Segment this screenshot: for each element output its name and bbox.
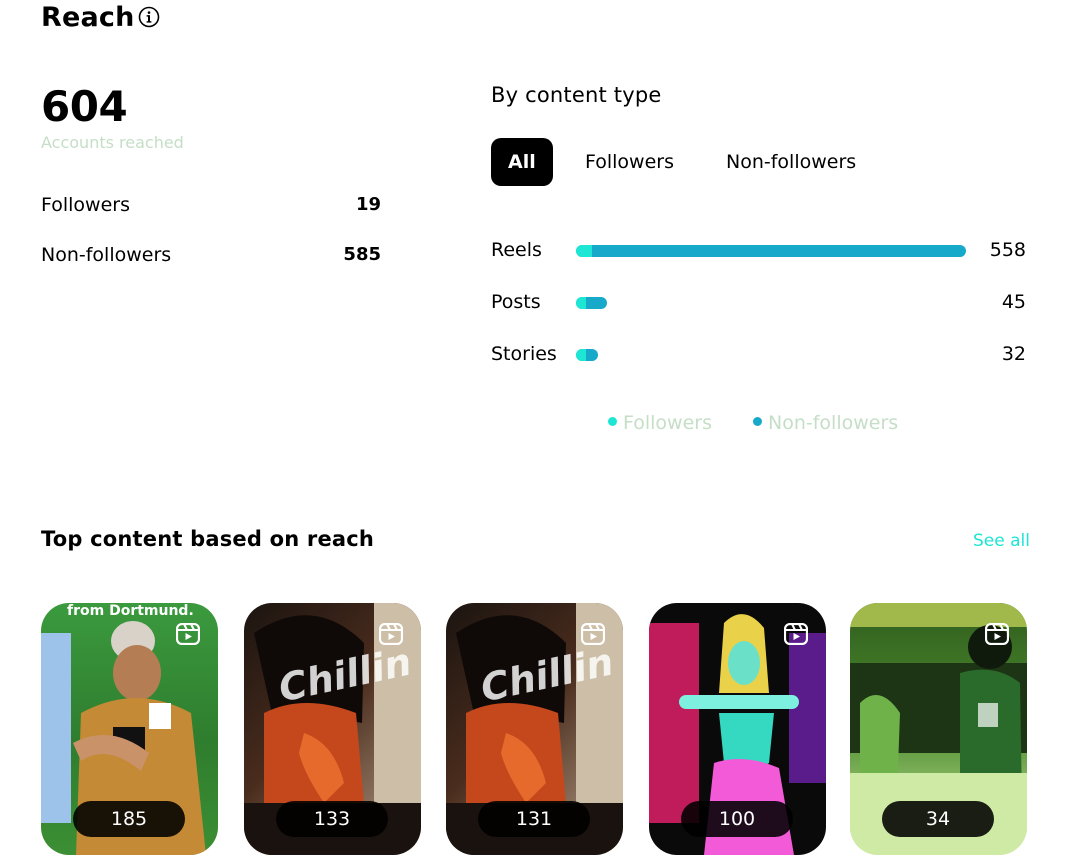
reach-bar	[576, 349, 966, 361]
by-content-type-heading: By content type	[491, 83, 662, 107]
audience-label: Followers	[41, 194, 130, 216]
top-content-card[interactable]: 34	[850, 603, 1027, 855]
top-content-card[interactable]: 100	[649, 603, 826, 855]
content-type-label: Stories	[491, 343, 557, 365]
accounts-reached-count: 604	[41, 82, 128, 131]
legend-label: Followers	[623, 412, 712, 434]
reach-count-badge: 185	[73, 801, 185, 837]
content-type-row-reels: Reels 558	[491, 239, 1026, 269]
top-content-card[interactable]: Chillin 133	[244, 603, 421, 855]
bar-fill-non-followers	[576, 245, 966, 257]
see-all-link[interactable]: See all	[973, 531, 1030, 551]
top-content-heading: Top content based on reach	[41, 527, 375, 551]
content-type-value: 32	[1001, 343, 1026, 365]
reels-icon	[985, 623, 1009, 645]
legend-label: Non-followers	[768, 412, 899, 434]
filter-tab-non-followers[interactable]: Non-followers	[726, 138, 856, 186]
audience-value: 585	[343, 244, 381, 265]
legend-dot	[608, 417, 617, 426]
reach-count-badge: 133	[276, 801, 388, 837]
audience-label: Non-followers	[41, 244, 172, 266]
reach-bar	[576, 297, 966, 309]
reels-icon	[379, 623, 403, 645]
reels-icon	[784, 623, 808, 645]
reach-title: Reach	[41, 2, 135, 33]
legend-followers: Followers	[608, 412, 712, 434]
filter-tab-followers[interactable]: Followers	[585, 138, 674, 186]
top-content-card[interactable]: Chillin 131	[446, 603, 623, 855]
legend-non-followers: Non-followers	[753, 412, 898, 434]
reels-icon	[176, 623, 200, 645]
thumbnail-caption: from Dortmund.	[67, 603, 194, 619]
bar-fill-followers	[576, 245, 592, 257]
bar-fill-followers	[576, 297, 586, 309]
reels-icon	[581, 623, 605, 645]
audience-row-non-followers: Non-followers 585	[41, 244, 381, 270]
content-type-label: Posts	[491, 291, 541, 313]
content-type-value: 45	[1001, 291, 1026, 313]
bar-fill-followers	[576, 349, 586, 361]
legend-dot	[753, 417, 762, 426]
content-type-label: Reels	[491, 239, 542, 261]
audience-row-followers: Followers 19	[41, 194, 381, 220]
info-circle-icon[interactable]	[138, 6, 160, 28]
content-type-row-stories: Stories 32	[491, 343, 1026, 373]
reach-bar	[576, 245, 966, 257]
accounts-reached-caption: Accounts reached	[41, 133, 184, 152]
reach-count-badge: 100	[681, 801, 793, 837]
reach-count-badge: 34	[882, 801, 994, 837]
content-type-row-posts: Posts 45	[491, 291, 1026, 321]
content-type-value: 558	[989, 239, 1026, 261]
reach-count-badge: 131	[478, 801, 590, 837]
top-content-card[interactable]: from Dortmund. 185	[41, 603, 218, 855]
filter-tab-all[interactable]: All	[491, 138, 553, 186]
audience-value: 19	[355, 194, 381, 215]
